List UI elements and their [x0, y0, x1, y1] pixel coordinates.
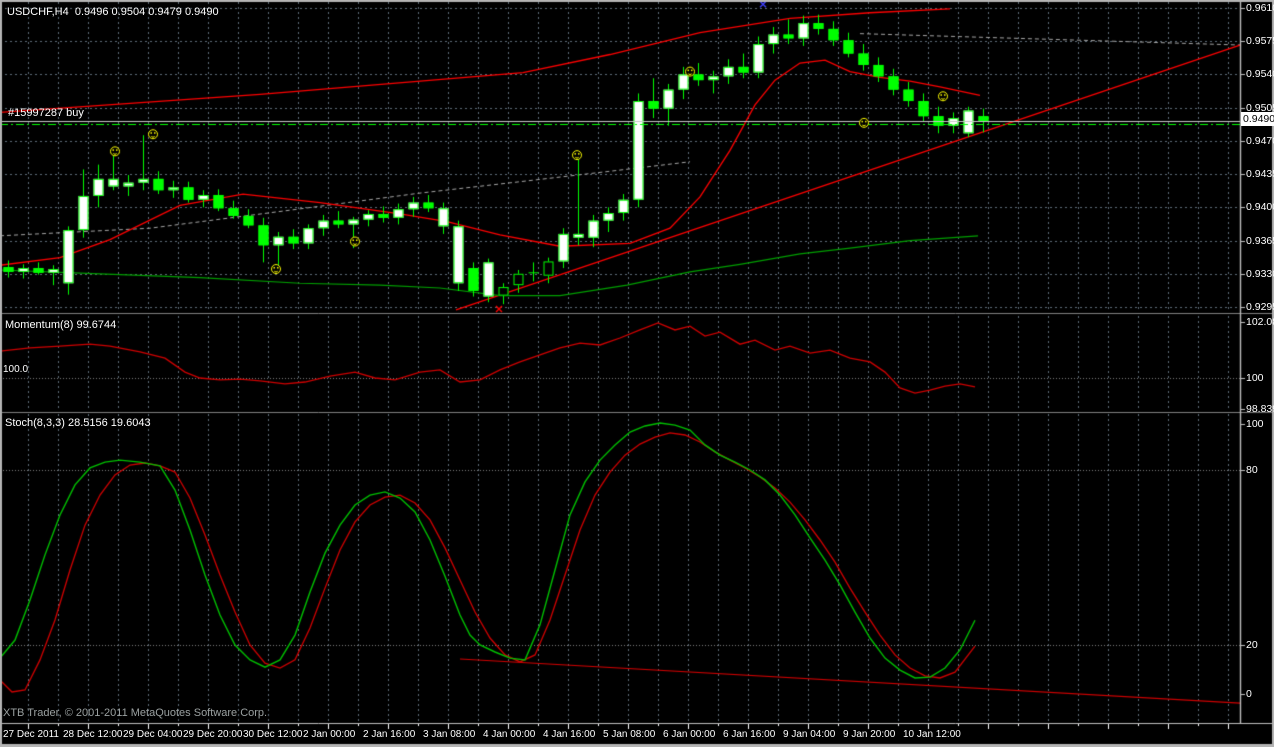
copyright: XTB Trader, © 2001-2011 MetaQuotes Softw… [3, 707, 268, 719]
order-label: #15997287 buy [8, 107, 84, 119]
momentum-indicator-label: Momentum(8) 99.6744 [5, 319, 117, 331]
time-tick-label: 9 Jan 04:00 [783, 729, 836, 740]
time-tick-label: 29 Dec 20:00 [183, 729, 243, 740]
time-tick-label: 10 Jan 12:00 [903, 729, 961, 740]
time-tick-label: 4 Jan 16:00 [543, 729, 596, 740]
time-tick-label: 6 Jan 16:00 [723, 729, 776, 740]
time-tick-label: 5 Jan 08:00 [603, 729, 656, 740]
time-tick-label: 2 Jan 16:00 [363, 729, 416, 740]
time-tick-label: 29 Dec 04:00 [123, 729, 183, 740]
time-tick-label: 27 Dec 2011 [3, 729, 59, 740]
time-tick-label: 2 Jan 00:00 [303, 729, 356, 740]
chart-title: USDCHF,H4 0.9496 0.9504 0.9479 0.9490 [7, 6, 219, 18]
time-tick-label: 28 Dec 12:00 [63, 729, 123, 740]
time-axis[interactable]: 27 Dec 2011 28 Dec 12:00 29 Dec 04:00 29 De… [0, 0, 1274, 747]
current-price-box: 0.9490 [1241, 112, 1274, 126]
chart-window: USDCHF,H4 0.9496 0.9504 0.9479 0.9490 #1… [0, 0, 1274, 747]
momentum-level-label: 100.0 [3, 364, 29, 375]
time-tick-label: 6 Jan 00:00 [663, 729, 716, 740]
time-tick-label: 3 Jan 08:00 [423, 729, 476, 740]
stochastic-indicator-label: Stoch(8,3,3) 28.5156 19.6043 [5, 417, 151, 429]
time-tick-label: 9 Jan 20:00 [843, 729, 896, 740]
time-tick-label: 30 Dec 12:00 [243, 729, 303, 740]
time-tick-label: 4 Jan 00:00 [483, 729, 536, 740]
